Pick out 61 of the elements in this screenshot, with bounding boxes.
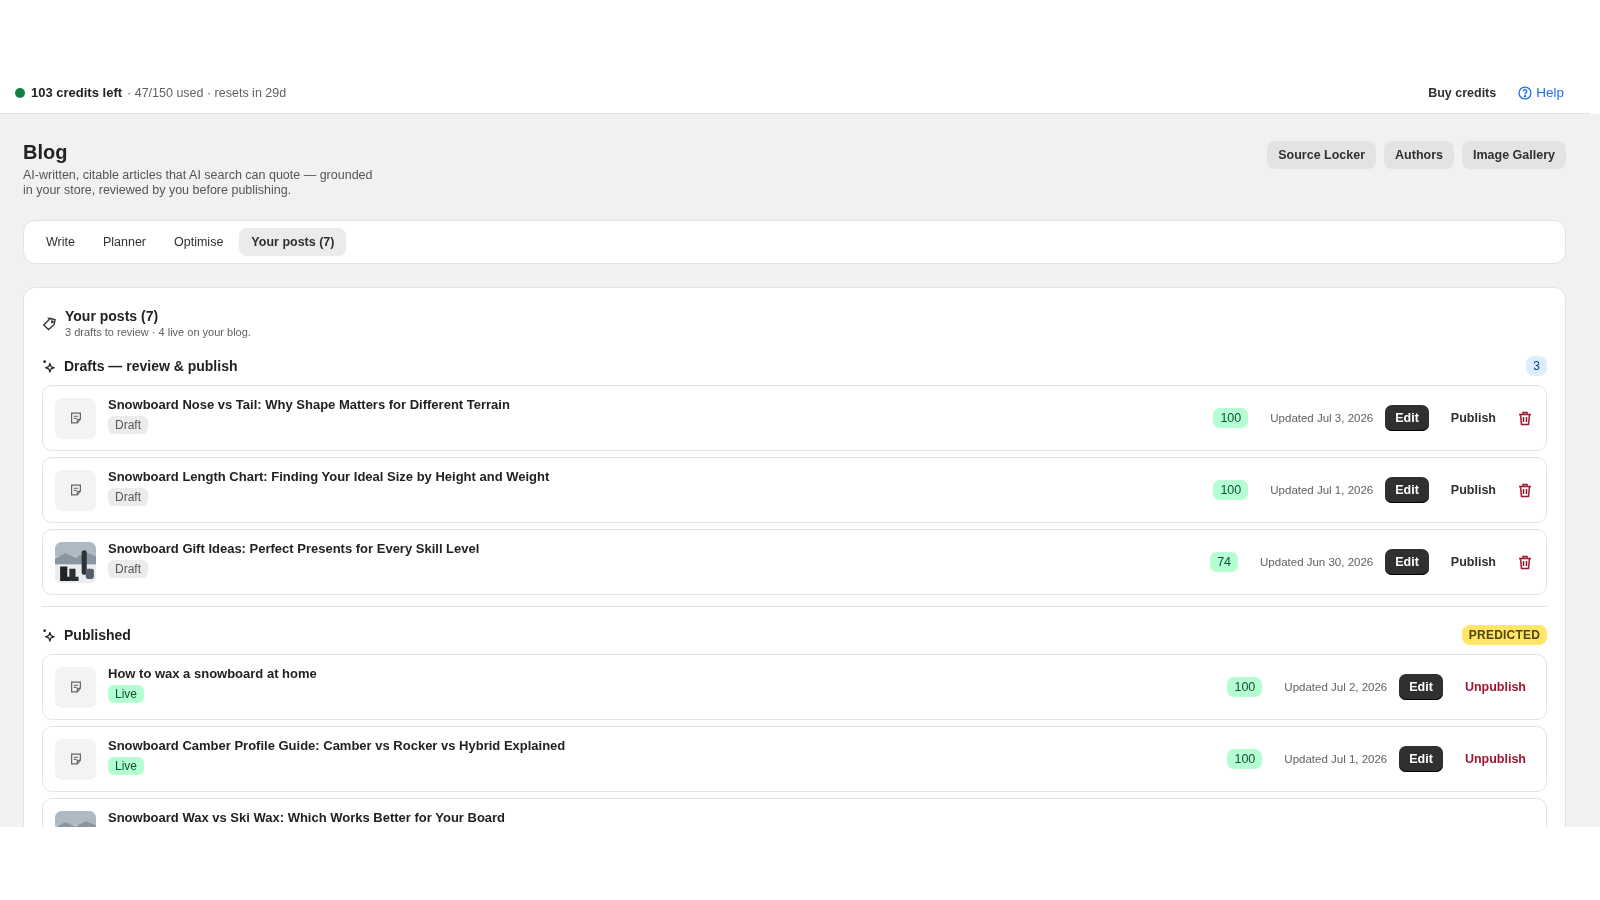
- post-title[interactable]: Snowboard Camber Profile Guide: Camber vs Rocker vs Hybrid Explained: [108, 738, 566, 753]
- edit-button[interactable]: Edit: [1399, 674, 1443, 700]
- count-badge: 3: [1526, 356, 1547, 376]
- section-title: Published: [64, 627, 131, 643]
- score-badge: 100: [1227, 749, 1263, 769]
- post-title[interactable]: Snowboard Length Chart: Finding Your Ideal Size by Height and Weight: [108, 469, 550, 484]
- score-badge: 100: [1213, 408, 1249, 428]
- header-button[interactable]: Authors: [1384, 141, 1454, 169]
- sparkle-icon: [42, 628, 56, 642]
- edit-button[interactable]: Edit: [1399, 746, 1443, 772]
- tab[interactable]: Your posts (7): [239, 228, 347, 256]
- edit-button[interactable]: Edit: [1385, 405, 1429, 431]
- sparkle-icon: [42, 359, 56, 373]
- predicted-badge: PREDICTED: [1461, 625, 1547, 645]
- trash-icon: [1518, 482, 1532, 498]
- tab[interactable]: Write: [34, 228, 87, 256]
- tab[interactable]: Planner: [90, 228, 159, 256]
- status-badge: Live: [108, 685, 144, 703]
- score-badge: 74: [1210, 552, 1239, 572]
- buy-credits-link[interactable]: Buy credits: [1428, 81, 1497, 104]
- status-badge: Draft: [108, 560, 148, 578]
- updated-date: Updated Jul 1, 2026: [1270, 484, 1374, 496]
- unpublish-button[interactable]: Unpublish: [1456, 748, 1534, 770]
- header-button[interactable]: Source Locker: [1267, 141, 1377, 169]
- page-title: Blog: [23, 141, 69, 164]
- help-link[interactable]: Help: [1518, 81, 1564, 104]
- unpublish-button[interactable]: Unpublish: [1456, 676, 1534, 698]
- tag-icon: [42, 315, 57, 331]
- credits-usage: · 47/150 used · resets in 29d: [127, 85, 287, 100]
- credits-left: 103 credits left: [31, 85, 123, 100]
- section-title: Drafts — review & publish: [64, 358, 238, 374]
- updated-date: Updated Jul 2, 2026: [1284, 681, 1388, 693]
- help-icon: [1518, 85, 1533, 100]
- score-badge: 100: [1227, 677, 1263, 697]
- note-icon: [68, 752, 83, 766]
- updated-date: Updated Jun 30, 2026: [1260, 556, 1374, 568]
- panel-title: Your posts (7): [65, 308, 160, 324]
- note-icon: [68, 680, 83, 694]
- score-badge: 100: [1213, 480, 1249, 500]
- trash-icon: [1518, 410, 1532, 426]
- publish-button[interactable]: Publish: [1442, 407, 1504, 429]
- note-icon: [68, 411, 83, 425]
- edit-button[interactable]: Edit: [1385, 477, 1429, 503]
- status-badge: Draft: [108, 488, 148, 506]
- post-title[interactable]: Snowboard Gift Ideas: Perfect Presents for Every Skill Level: [108, 541, 480, 556]
- header-button[interactable]: Image Gallery: [1462, 141, 1566, 169]
- updated-date: Updated Jul 3, 2026: [1270, 412, 1374, 424]
- trash-icon: [1518, 554, 1532, 570]
- post-title[interactable]: How to wax a snowboard at home: [108, 666, 317, 681]
- note-icon: [68, 483, 83, 497]
- edit-button[interactable]: Edit: [1385, 549, 1429, 575]
- updated-date: Updated Jul 1, 2026: [1284, 753, 1388, 765]
- status-badge: Live: [108, 757, 144, 775]
- status-badge: Draft: [108, 416, 148, 434]
- publish-button[interactable]: Publish: [1442, 551, 1504, 573]
- tab[interactable]: Optimise: [162, 228, 236, 256]
- publish-button[interactable]: Publish: [1442, 479, 1504, 501]
- panel-subtitle: 3 drafts to review · 4 live on your blog.: [65, 326, 251, 338]
- post-title[interactable]: Snowboard Wax vs Ski Wax: Which Works Better for Your Board: [108, 810, 506, 825]
- post-title[interactable]: Snowboard Nose vs Tail: Why Shape Matters for Different Terrain: [108, 397, 510, 412]
- page-subtitle: AI-written, citable articles that AI search can quote — grounded in your store, reviewed by you before publishing.: [23, 168, 373, 198]
